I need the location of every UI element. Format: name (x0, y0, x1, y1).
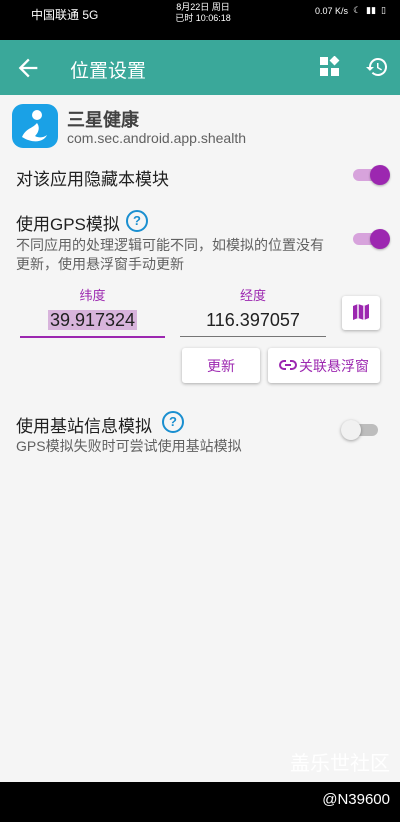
app-icon (12, 104, 58, 148)
net-speed: 0.07 K/s (315, 5, 349, 16)
gps-description: 不同应用的处理逻辑可能不同，如模拟的位置没有更新，使用悬浮窗手动更新 (16, 237, 324, 272)
gps-label: 使用GPS模拟 (16, 215, 120, 234)
link-icon (279, 358, 297, 374)
switch-thumb (370, 165, 390, 185)
moon-icon: ☾ (353, 5, 362, 15)
map-icon (352, 303, 370, 324)
page-title: 位置设置 (70, 61, 147, 82)
longitude-value: 116.397057 (206, 310, 300, 330)
latitude-value: 39.917324 (47, 310, 138, 330)
switch-thumb (370, 229, 390, 249)
history-icon[interactable] (365, 55, 389, 79)
watermark-user: @N39600 (322, 791, 390, 808)
cell-switch[interactable] (341, 419, 381, 441)
latitude-input[interactable]: 39.917324 (20, 304, 165, 338)
gps-switch[interactable] (350, 228, 390, 250)
gps-help-icon[interactable]: ? (126, 210, 148, 232)
carrier-text: 中国联通 5G (31, 8, 99, 22)
latitude-label: 纬度 (79, 288, 106, 303)
update-button[interactable]: 更新 (182, 348, 260, 383)
longitude-label: 经度 (239, 288, 266, 303)
float-window-button[interactable]: 关联悬浮窗 (268, 348, 380, 383)
package-name: com.sec.android.app.shealth (67, 130, 246, 146)
app-bar: 位置设置 (0, 40, 400, 95)
datetime: 8月22日 周日 已时 10:06:18 (175, 2, 231, 24)
longitude-input[interactable]: 116.397057 (180, 304, 326, 337)
back-arrow-icon[interactable] (14, 54, 42, 82)
app-name: 三星健康 (67, 110, 139, 130)
time-text: 已时 10:06:18 (175, 13, 231, 23)
signal-icon: ▮▮ (366, 5, 377, 15)
battery-icon: ▯ (381, 5, 386, 15)
switch-thumb (341, 420, 361, 440)
float-window-label: 关联悬浮窗 (299, 357, 369, 374)
date-text: 8月22日 周日 (176, 2, 230, 12)
cell-description: GPS模拟失败时可尝试使用基站模拟 (16, 438, 242, 454)
cell-label: 使用基站信息模拟 (16, 417, 152, 436)
widgets-icon[interactable] (319, 55, 341, 78)
watermark-text: 盖乐世社区 (290, 753, 390, 775)
status-bar: 中国联通 5G 8月22日 周日 已时 10:06:18 0.07 K/s ☾ … (0, 0, 400, 40)
status-icons: 0.07 K/s ☾ ▮▮ ▯ (315, 5, 386, 16)
hide-module-switch[interactable] (350, 164, 390, 186)
cell-help-icon[interactable]: ? (162, 411, 184, 433)
map-button[interactable] (342, 296, 380, 330)
hide-module-label: 对该应用隐藏本模块 (16, 170, 169, 189)
